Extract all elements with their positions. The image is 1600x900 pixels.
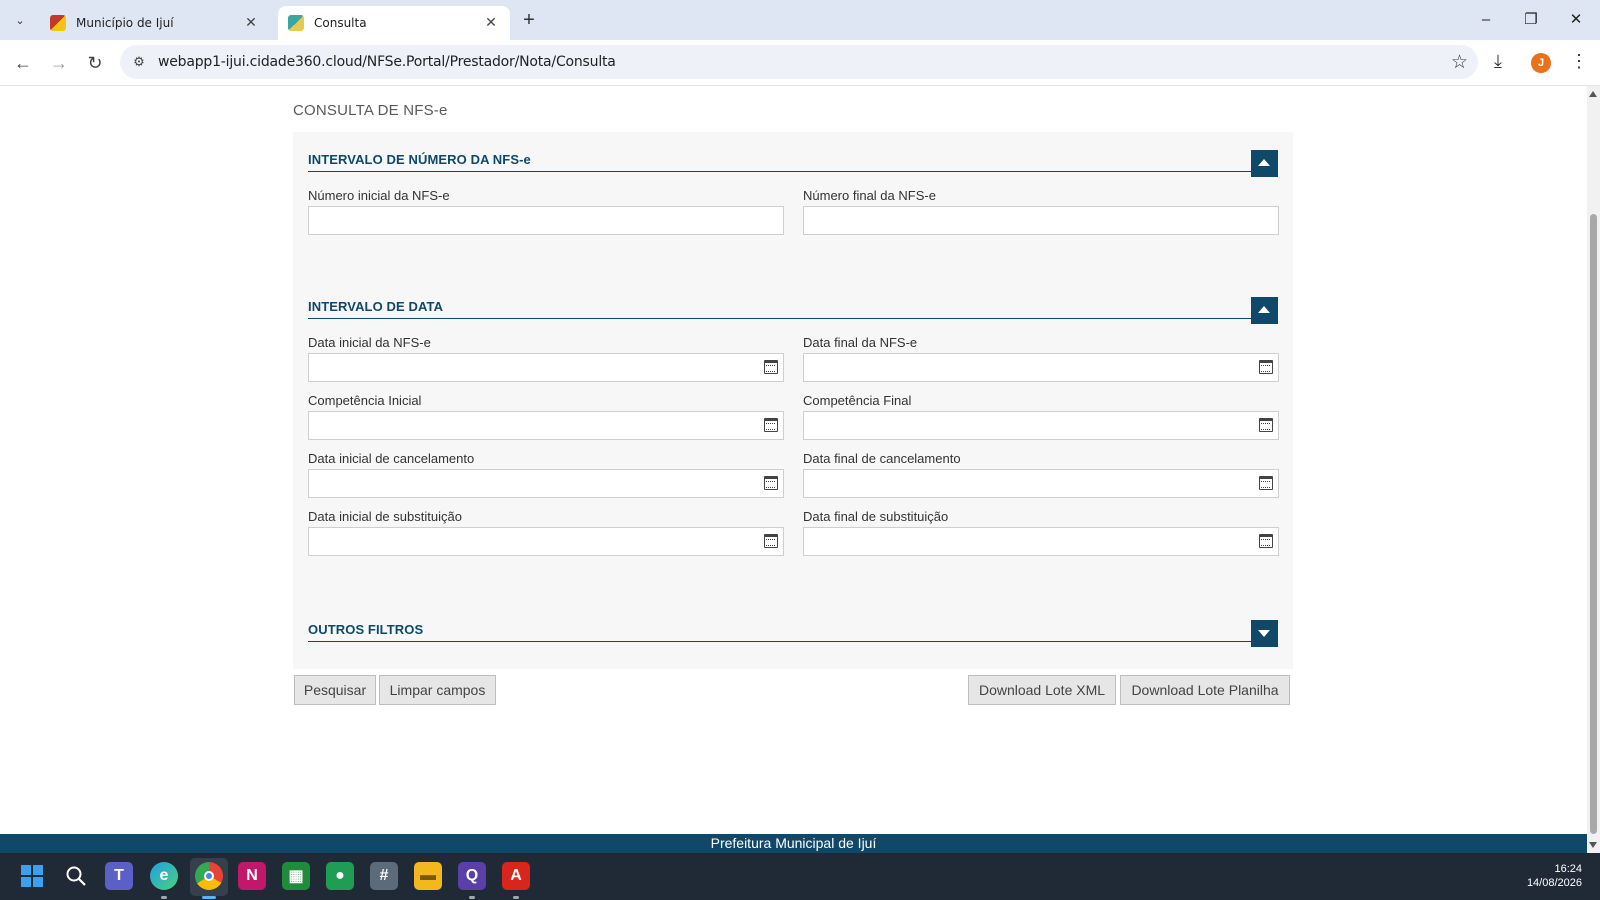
calendar-icon[interactable] [764,476,778,490]
scroll-down-icon[interactable] [1589,842,1597,848]
url-text[interactable]: webapp1-ijui.cidade360.cloud/NFSe.Portal… [158,54,616,70]
clock-date: 14/08/2026 [1526,877,1582,889]
browser-tab-bar: ⌄ Município de Ijuí ✕ Consulta ✕ + – ❐ ✕ [0,0,1600,40]
competencia-final-input[interactable] [803,411,1279,440]
download-icon[interactable]: ⤓ [1494,51,1502,72]
numero-inicial-input[interactable] [308,206,784,235]
download-lote-planilha-button[interactable]: Download Lote Planilha [1120,675,1290,705]
app-green-icon[interactable]: ● [326,862,354,890]
restore-icon[interactable]: ❐ [1516,8,1546,32]
field-label: Competência Final [803,393,912,408]
window-close-icon[interactable]: ✕ [1561,8,1591,32]
browser-menu-icon[interactable]: ⋮ [1570,51,1588,72]
field-label: Número final da NFS-e [803,188,936,203]
section-title: OUTROS FILTROS [308,622,424,637]
bookmark-star-icon[interactable]: ☆ [1451,51,1468,74]
minimize-icon[interactable]: – [1471,8,1501,32]
chevron-up-icon [1258,159,1270,166]
section-header-data: INTERVALO DE DATA [308,291,1278,324]
tab-search-dropdown-icon[interactable]: ⌄ [8,8,32,32]
chevron-down-icon [1258,630,1270,637]
app-purple-icon[interactable]: Q [458,862,486,890]
municipio-favicon-icon [50,15,66,31]
tab-title: Município de Ijuí [76,16,174,30]
calendar-icon[interactable] [764,360,778,374]
taskbar-running-indicator [161,896,167,899]
numero-final-input[interactable] [803,206,1279,235]
search-icon[interactable] [62,862,90,890]
calculator-icon[interactable]: # [370,862,398,890]
file-explorer-icon[interactable]: ▬ [414,862,442,890]
page-scrollbar[interactable] [1587,86,1600,853]
profile-avatar[interactable]: J [1531,53,1551,73]
chevron-up-icon [1258,306,1270,313]
onenote-icon[interactable]: N [238,862,266,890]
scroll-thumb[interactable] [1590,214,1597,834]
acrobat-icon[interactable]: A [502,862,530,890]
tab-title: Consulta [314,16,367,30]
scroll-up-icon[interactable] [1589,91,1597,97]
new-tab-plus-icon[interactable]: + [516,9,542,33]
calendar-icon[interactable] [1259,534,1273,548]
calendar-icon[interactable] [1259,476,1273,490]
page-footer: Prefeitura Municipal de Ijuí [0,834,1587,853]
collapse-toggle-button[interactable] [1251,150,1278,177]
reload-icon[interactable]: ↻ [83,51,107,75]
collapse-toggle-button[interactable] [1251,297,1278,324]
forward-arrow-icon[interactable]: → [47,51,71,75]
pesquisar-button[interactable]: Pesquisar [294,675,376,705]
field-label: Data final de substituição [803,509,949,524]
windows-taskbar: T e N ▦ ● # ▬ Q A 16:24 14/08/2026 [0,853,1600,900]
browser-toolbar: ← → ↻ ⚙ webapp1-ijui.cidade360.cloud/NFS… [0,40,1600,86]
competencia-inicial-input[interactable] [308,411,784,440]
field-label: Data final da NFS-e [803,335,918,350]
edge-icon[interactable]: e [150,862,178,890]
field-label: Competência Inicial [308,393,422,408]
section-title: INTERVALO DE NÚMERO DA NFS-e [308,152,531,167]
limpar-campos-button[interactable]: Limpar campos [379,675,496,705]
filter-panel: INTERVALO DE NÚMERO DA NFS-e Número inic… [293,132,1293,669]
calendar-icon[interactable] [764,534,778,548]
calendar-icon[interactable] [1259,360,1273,374]
download-lote-xml-button[interactable]: Download Lote XML [968,675,1116,705]
cancelamento-final-input[interactable] [803,469,1279,498]
taskbar-running-indicator [513,896,519,899]
data-inicial-input[interactable] [308,353,784,382]
expand-toggle-button[interactable] [1251,620,1278,647]
field-label: Data inicial de cancelamento [308,451,475,466]
site-info-icon[interactable]: ⚙ [130,53,148,71]
back-arrow-icon[interactable]: ← [11,51,35,75]
calendar-icon[interactable] [1259,418,1273,432]
taskbar-running-indicator [469,896,475,899]
tab-close-icon[interactable]: ✕ [242,15,260,31]
section-header-outros: OUTROS FILTROS [308,614,1278,647]
field-label: Data final de cancelamento [803,451,961,466]
calc-sheet-icon[interactable]: ▦ [282,862,310,890]
address-bar[interactable]: ⚙ webapp1-ijui.cidade360.cloud/NFSe.Port… [120,45,1478,79]
section-title: INTERVALO DE DATA [308,299,444,314]
taskbar-active-indicator [202,896,216,899]
clock-time: 16:24 [1554,863,1582,875]
calendar-icon[interactable] [764,418,778,432]
substituicao-final-input[interactable] [803,527,1279,556]
field-label: Número inicial da NFS-e [308,188,450,203]
section-header-numero: INTERVALO DE NÚMERO DA NFS-e [308,144,1278,177]
page-title: CONSULTA DE NFS-e [293,102,448,119]
windows-start-icon[interactable] [18,862,46,890]
system-clock[interactable]: 16:24 14/08/2026 [1527,862,1582,890]
teams-icon[interactable]: T [105,862,133,890]
data-final-input[interactable] [803,353,1279,382]
cancelamento-inicial-input[interactable] [308,469,784,498]
tab-consulta[interactable]: Consulta ✕ [278,6,510,40]
tab-close-icon[interactable]: ✕ [482,15,500,31]
field-label: Data inicial da NFS-e [308,335,431,350]
field-label: Data inicial de substituição [308,509,462,524]
consulta-favicon-icon [288,15,304,31]
substituicao-inicial-input[interactable] [308,527,784,556]
chrome-icon[interactable] [195,862,223,890]
tab-municipio[interactable]: Município de Ijuí ✕ [40,6,270,40]
